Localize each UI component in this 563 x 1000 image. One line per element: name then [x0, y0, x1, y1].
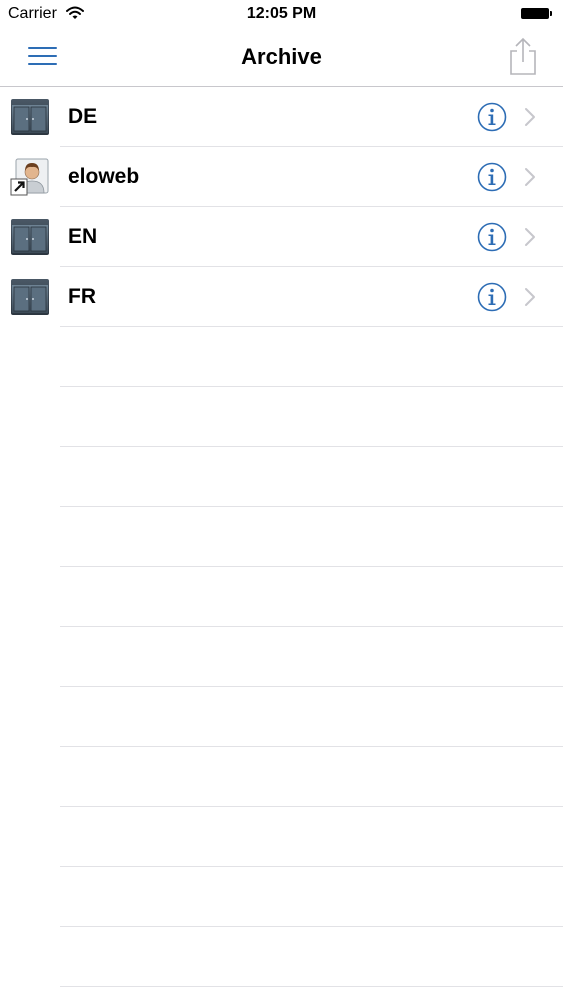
list-item-fr[interactable]: FR: [0, 267, 563, 327]
empty-row-separator: [60, 506, 563, 507]
list-item-label: EN: [68, 225, 98, 248]
info-icon[interactable]: [477, 282, 507, 312]
empty-row-separator: [60, 806, 563, 807]
list-item-label: FR: [68, 285, 96, 308]
navigation-bar: Archive: [0, 28, 563, 87]
page-title: Archive: [241, 44, 322, 69]
share-icon[interactable]: [505, 36, 541, 76]
info-icon[interactable]: [477, 102, 507, 132]
chevron-right-icon: [525, 108, 535, 126]
list-item-eloweb[interactable]: eloweb: [0, 147, 563, 207]
empty-row-separator: [60, 386, 563, 387]
empty-row-separator: [60, 626, 563, 627]
empty-row-separator: [60, 446, 563, 447]
empty-row-separator: [60, 686, 563, 687]
cabinet-icon: [11, 279, 49, 315]
cabinet-icon: [11, 219, 49, 255]
chevron-right-icon: [525, 228, 535, 246]
empty-row-separator: [60, 986, 563, 987]
status-bar: Carrier 12:05 PM: [0, 0, 563, 28]
battery-icon: [521, 8, 552, 19]
list-item-label: DE: [68, 105, 98, 128]
empty-row-separator: [60, 926, 563, 927]
info-icon[interactable]: [477, 162, 507, 192]
cabinet-icon: [11, 99, 49, 135]
row-separator: [60, 326, 563, 327]
list-item-de[interactable]: DE: [0, 87, 563, 147]
chevron-right-icon: [525, 168, 535, 186]
empty-row-separator: [60, 746, 563, 747]
chevron-right-icon: [525, 288, 535, 306]
list-item-en[interactable]: EN: [0, 207, 563, 267]
empty-row-separator: [60, 866, 563, 867]
list-item-label: eloweb: [68, 165, 140, 188]
user-shortcut-icon: [10, 158, 49, 196]
status-time: 12:05 PM: [246, 5, 317, 22]
info-icon[interactable]: [477, 222, 507, 252]
empty-row-separator: [60, 566, 563, 567]
